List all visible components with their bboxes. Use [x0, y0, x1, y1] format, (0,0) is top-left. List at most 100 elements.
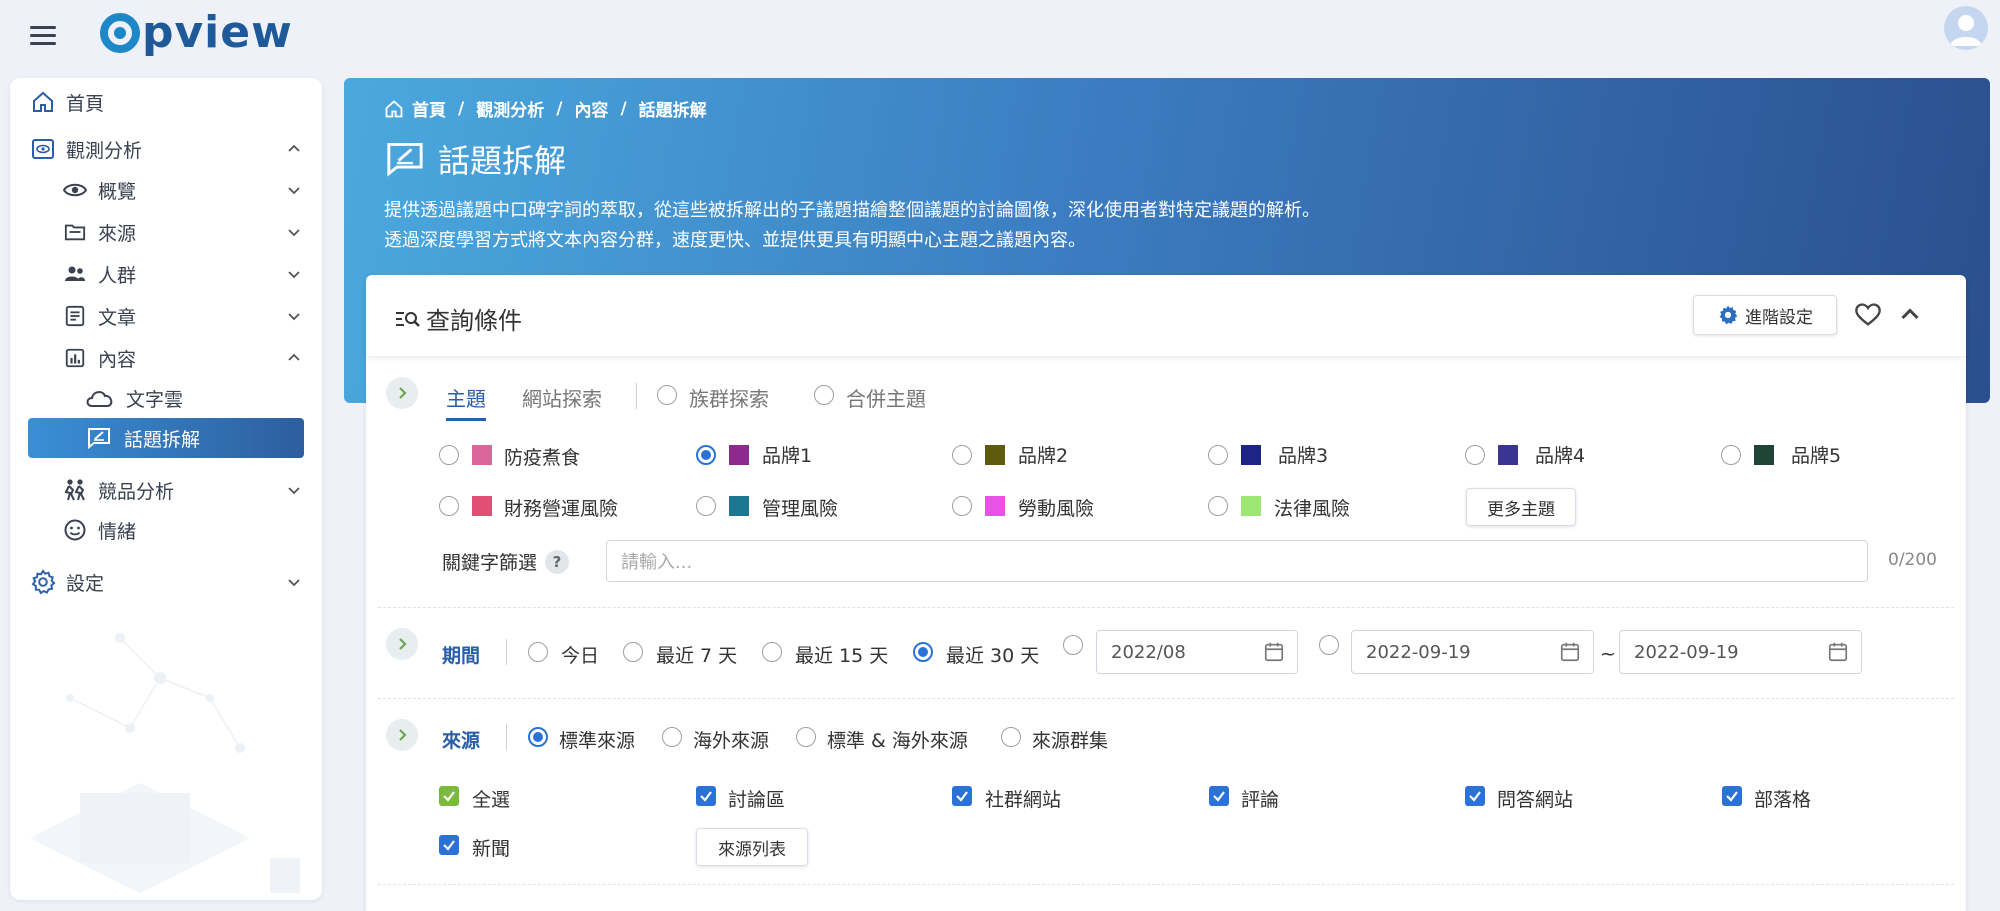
checkbox-news[interactable] [439, 835, 459, 855]
overseas-source-label: 海外來源 [693, 730, 770, 752]
radio-overseas-source[interactable] [662, 727, 682, 747]
sidebar-item-home[interactable]: 首頁 [10, 82, 322, 122]
topic-color-swatch [1241, 496, 1261, 516]
radio-group-explore[interactable] [657, 385, 677, 405]
period-30-label: 最近 30 天 [946, 645, 1040, 667]
topic-label: 財務營運風險 [504, 498, 619, 520]
topic-color-swatch [1241, 445, 1261, 465]
checkbox-select-all[interactable] [439, 786, 459, 806]
source-cluster-label: 來源群集 [1032, 730, 1109, 752]
sidebar-item-topic-split[interactable]: 話題拆解 [28, 418, 304, 458]
source-expand-chevron-icon[interactable] [386, 719, 418, 751]
topic-label: 勞動風險 [1018, 498, 1095, 520]
breadcrumb-observe[interactable]: 觀測分析 [476, 96, 544, 121]
section-divider [378, 698, 1954, 699]
home-icon [30, 89, 56, 115]
advanced-settings-button[interactable]: 進階設定 [1693, 295, 1837, 335]
more-topics-button[interactable]: 更多主題 [1466, 488, 1576, 526]
keyword-char-count: 0/200 [1888, 550, 1937, 570]
radio-topic-0[interactable] [439, 445, 459, 465]
radio-standard-source[interactable] [528, 727, 548, 747]
breadcrumb-separator: / [556, 98, 563, 119]
date-to-input[interactable]: 2022-09-19 [1619, 630, 1862, 674]
radio-topic-8[interactable] [952, 496, 972, 516]
section-divider [378, 607, 1954, 608]
checkbox-qa[interactable] [1465, 786, 1485, 806]
radio-both-source[interactable] [796, 727, 816, 747]
period-today-label: 今日 [561, 645, 600, 667]
search-list-icon [394, 308, 422, 330]
chevron-down-icon [288, 229, 300, 237]
chevron-up-icon[interactable] [1898, 303, 1922, 327]
sidebar-item-label: 話題拆解 [124, 428, 201, 451]
radio-topic-2[interactable] [952, 445, 972, 465]
topic-color-swatch [1754, 445, 1774, 465]
tab-merge-topic[interactable]: 合併主題 [846, 383, 926, 412]
bar-chart-icon [62, 345, 88, 371]
topic-label: 品牌1 [762, 445, 813, 467]
radio-last-15-days[interactable] [762, 642, 782, 662]
radio-topic-1[interactable] [696, 445, 716, 465]
radio-source-cluster[interactable] [1001, 727, 1021, 747]
period-15-label: 最近 15 天 [795, 645, 889, 667]
heart-icon[interactable] [1854, 301, 1882, 329]
chevron-down-icon [288, 271, 300, 279]
radio-last-7-days[interactable] [623, 642, 643, 662]
radio-topic-9[interactable] [1208, 496, 1228, 516]
topic-expand-chevron-icon[interactable] [386, 377, 418, 409]
help-icon[interactable]: ? [545, 549, 570, 574]
radio-topic-4[interactable] [1465, 445, 1485, 465]
calendar-icon [1264, 642, 1284, 662]
sidebar-item-label: 概覽 [98, 180, 137, 203]
radio-topic-7[interactable] [696, 496, 716, 516]
news-label: 新聞 [472, 838, 511, 860]
radio-month[interactable] [1063, 635, 1083, 655]
breadcrumb-home[interactable]: 首頁 [412, 96, 446, 121]
keyword-input[interactable]: 請輸入... [606, 540, 1868, 582]
checkbox-review[interactable] [1209, 786, 1229, 806]
sidebar-item-settings[interactable]: 設定 [10, 562, 322, 602]
sidebar-item-source[interactable]: 來源 [10, 212, 322, 252]
hamburger-menu-icon[interactable] [26, 18, 60, 52]
chevron-up-icon [288, 353, 300, 361]
date-from-input[interactable]: 2022-09-19 [1351, 630, 1594, 674]
radio-last-30-days[interactable] [913, 642, 933, 662]
checkbox-social[interactable] [952, 786, 972, 806]
radio-topic-6[interactable] [439, 496, 459, 516]
checkbox-blog[interactable] [1722, 786, 1742, 806]
sidebar-item-wordcloud[interactable]: 文字雲 [10, 378, 322, 418]
sidebar-item-competitor[interactable]: 競品分析 [10, 470, 322, 510]
both-source-label: 標準 & 海外來源 [827, 730, 968, 752]
sidebar-item-observe[interactable]: 觀測分析 [10, 129, 322, 169]
qa-label: 問答網站 [1497, 789, 1574, 811]
breadcrumb-separator: / [620, 98, 627, 119]
chevron-down-icon [288, 487, 300, 495]
smiley-icon [62, 517, 88, 543]
page-description-line-2: 透過深度學習方式將文本內容分群，速度更快、並提供更具有明顯中心主題之議題內容。 [384, 230, 1086, 251]
sidebar-item-people[interactable]: 人群 [10, 254, 322, 294]
sidebar-item-emotion[interactable]: 情緒 [10, 510, 322, 550]
date-range-tilde: ~ [1600, 643, 1616, 665]
radio-merge-topic[interactable] [814, 385, 834, 405]
sidebar-item-content[interactable]: 內容 [10, 338, 322, 378]
period-expand-chevron-icon[interactable] [386, 628, 418, 660]
card-title: 查詢條件 [394, 301, 522, 336]
radio-today[interactable] [528, 642, 548, 662]
logo-text: pview [142, 7, 293, 58]
date-to-value: 2022-09-19 [1634, 641, 1739, 663]
month-input[interactable]: 2022/08 [1096, 630, 1298, 674]
radio-topic-3[interactable] [1208, 445, 1228, 465]
tab-group-explore[interactable]: 族群探索 [689, 383, 769, 412]
tab-site-explore[interactable]: 網站探索 [522, 383, 602, 412]
sidebar-item-article[interactable]: 文章 [10, 296, 322, 336]
home-icon[interactable] [384, 99, 404, 119]
sidebar-item-overview[interactable]: 概覽 [10, 170, 322, 210]
user-avatar[interactable] [1944, 6, 1988, 50]
opview-logo[interactable]: pview [100, 8, 293, 58]
radio-date-range[interactable] [1319, 635, 1339, 655]
checkbox-forum[interactable] [696, 786, 716, 806]
breadcrumb-content[interactable]: 內容 [574, 96, 608, 121]
source-list-button[interactable]: 來源列表 [696, 828, 808, 866]
tab-topic[interactable]: 主題 [446, 383, 486, 421]
radio-topic-5[interactable] [1721, 445, 1741, 465]
